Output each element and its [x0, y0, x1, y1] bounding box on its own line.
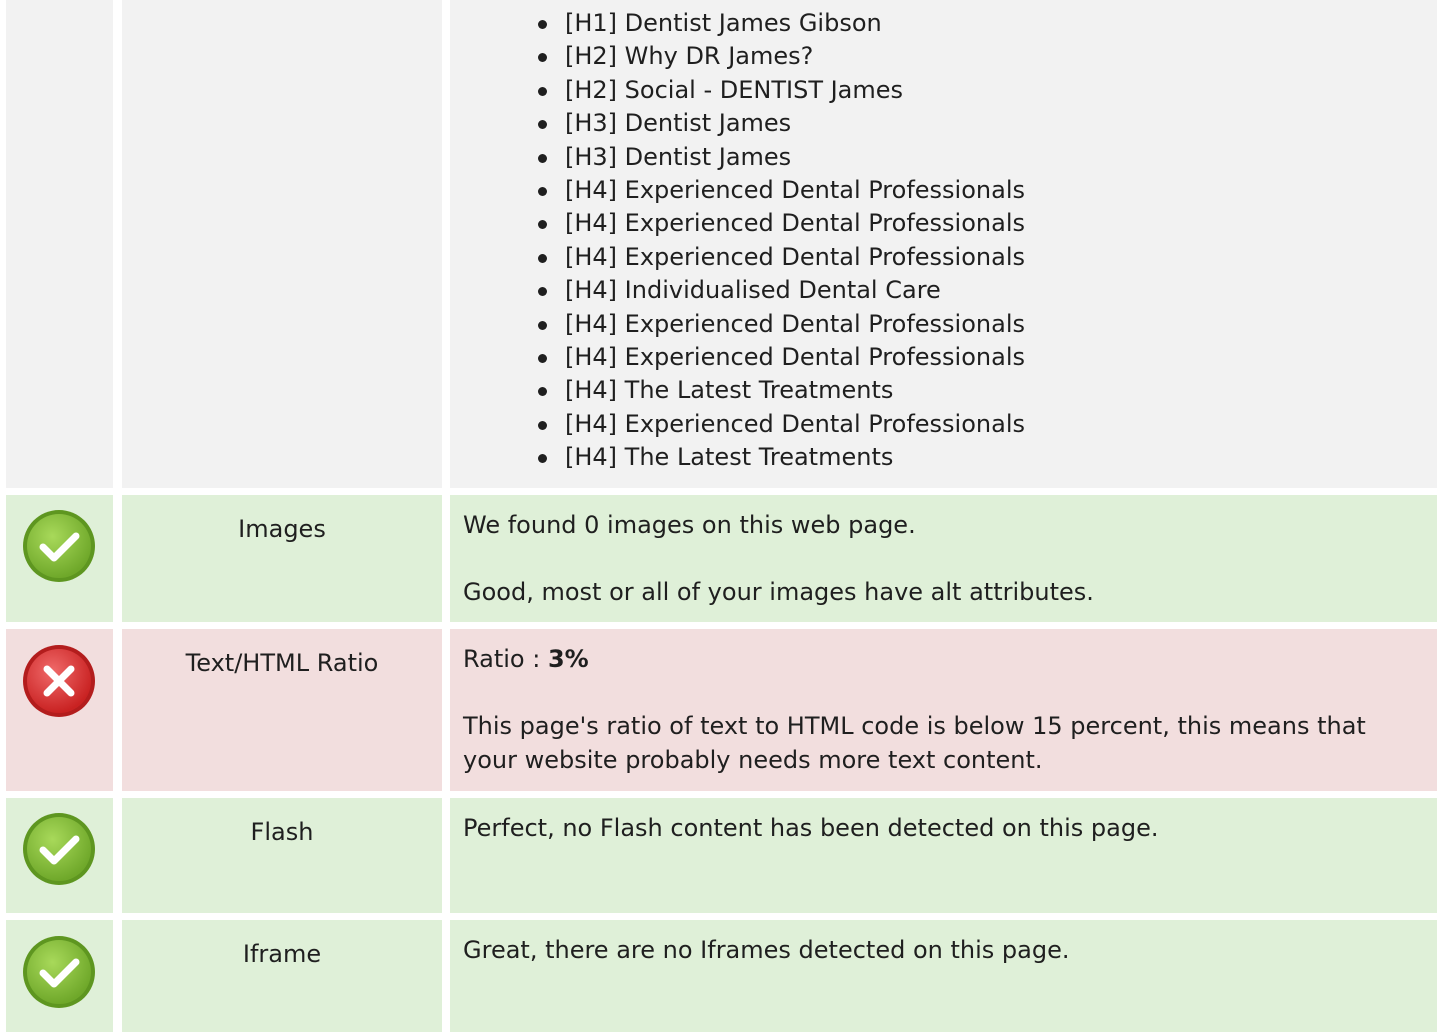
heading-text: [H4] The Latest Treatments [565, 443, 894, 472]
ratio-prefix: Ratio : [463, 645, 548, 673]
check-icon [23, 510, 95, 582]
check-icon [23, 936, 95, 1008]
flash-description: Perfect, no Flash content has been detec… [450, 798, 1437, 913]
flash-status-cell [6, 798, 113, 913]
bullet-icon [538, 220, 547, 230]
heading-list-item: [H2] Social - DENTIST James [538, 74, 1437, 107]
heading-list-item: [H3] Dentist James [538, 141, 1437, 174]
ratio-status-cell [6, 629, 113, 791]
images-alt-text: Good, most or all of your images have al… [463, 578, 1094, 606]
headings-status-cell [6, 0, 113, 488]
heading-text: [H4] Experienced Dental Professionals [565, 309, 1025, 338]
bullet-icon [538, 387, 547, 397]
iframe-row: Iframe Great, there are no Iframes detec… [0, 920, 1446, 1032]
bullet-icon [538, 420, 547, 430]
bullet-icon [538, 187, 547, 197]
bullet-icon [538, 53, 547, 63]
flash-row: Flash Perfect, no Flash content has been… [0, 798, 1446, 913]
iframe-status-cell [6, 920, 113, 1032]
iframe-label: Iframe [122, 920, 442, 1032]
ratio-description: Ratio : 3% This page's ratio of text to … [450, 629, 1437, 791]
bullet-icon [538, 153, 547, 163]
heading-list-item: [H1] Dentist James Gibson [538, 7, 1437, 40]
ratio-value: 3% [547, 645, 589, 673]
heading-text: [H2] Why DR James? [565, 42, 814, 71]
bullet-icon [538, 86, 547, 96]
heading-text: [H2] Social - DENTIST James [565, 75, 904, 104]
bullet-icon [538, 454, 547, 464]
heading-text: [H4] Experienced Dental Professionals [565, 176, 1025, 205]
seo-report-table: [H1] Dentist James Gibson [H2] Why DR Jam… [0, 0, 1446, 1032]
headings-label-cell [122, 0, 442, 488]
bullet-icon [538, 120, 547, 130]
heading-list-item: [H4] Experienced Dental Professionals [538, 408, 1437, 441]
heading-text: [H4] Experienced Dental Professionals [565, 242, 1025, 271]
cross-icon [23, 645, 95, 717]
bullet-icon [538, 320, 547, 330]
images-status-cell [6, 495, 113, 622]
heading-text: [H4] Experienced Dental Professionals [565, 409, 1025, 438]
bullet-icon [538, 253, 547, 263]
heading-list-item: [H4] Experienced Dental Professionals [538, 174, 1437, 207]
heading-list-item: [H4] The Latest Treatments [538, 374, 1437, 407]
heading-list-item: [H4] Experienced Dental Professionals [538, 308, 1437, 341]
heading-list-item: [H4] The Latest Treatments [538, 441, 1437, 474]
iframe-description: Great, there are no Iframes detected on … [450, 920, 1437, 1032]
flash-text: Perfect, no Flash content has been detec… [463, 814, 1159, 842]
heading-text: [H4] Individualised Dental Care [565, 276, 941, 305]
headings-desc-cell: [H1] Dentist James Gibson [H2] Why DR Jam… [450, 0, 1437, 488]
check-icon [23, 813, 95, 885]
flash-label: Flash [122, 798, 442, 913]
ratio-label: Text/HTML Ratio [122, 629, 442, 791]
heading-list-item: [H4] Experienced Dental Professionals [538, 341, 1437, 374]
headings-row: [H1] Dentist James Gibson [H2] Why DR Jam… [0, 0, 1446, 488]
heading-list-item: [H2] Why DR James? [538, 40, 1437, 73]
heading-list-item: [H4] Experienced Dental Professionals [538, 207, 1437, 240]
headings-list: [H1] Dentist James Gibson [H2] Why DR Jam… [450, 0, 1437, 475]
heading-list-item: [H3] Dentist James [538, 107, 1437, 140]
heading-text: [H4] Experienced Dental Professionals [565, 209, 1025, 238]
images-count-text: We found 0 images on this web page. [463, 511, 916, 539]
bullet-icon [538, 20, 547, 29]
ratio-row: Text/HTML Ratio Ratio : 3% This page's r… [0, 629, 1446, 791]
heading-text: [H3] Dentist James [565, 142, 792, 171]
ratio-advice-text: This page's ratio of text to HTML code i… [463, 712, 1366, 774]
images-row: Images We found 0 images on this web pag… [0, 495, 1446, 622]
heading-text: [H4] Experienced Dental Professionals [565, 343, 1025, 372]
iframe-text: Great, there are no Iframes detected on … [463, 936, 1070, 964]
heading-list-item: [H4] Individualised Dental Care [538, 274, 1437, 307]
heading-text: [H3] Dentist James [565, 109, 792, 138]
bullet-icon [538, 287, 547, 297]
bullet-icon [538, 354, 547, 364]
ratio-value-line: Ratio : 3% [463, 642, 1423, 676]
heading-list-item: [H4] Experienced Dental Professionals [538, 241, 1437, 274]
images-label: Images [122, 495, 442, 622]
heading-text: [H1] Dentist James Gibson [565, 9, 882, 37]
heading-text: [H4] The Latest Treatments [565, 376, 894, 405]
images-description: We found 0 images on this web page. Good… [450, 495, 1437, 622]
